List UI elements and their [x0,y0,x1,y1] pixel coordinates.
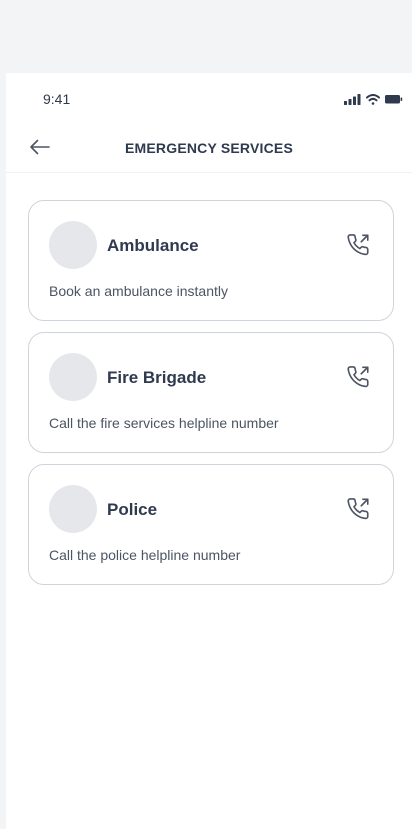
service-description: Call the police helpline number [49,547,241,563]
status-bar: 9:41 [6,73,412,123]
phone-outgoing-icon[interactable] [345,364,371,390]
service-title: Police [107,500,158,519]
phone-outgoing-icon[interactable] [345,496,371,522]
signal-icon [344,94,361,105]
wifi-icon [366,94,380,105]
service-title: Fire Brigade [107,368,207,387]
service-description: Book an ambulance instantly [49,283,228,299]
service-card-ambulance[interactable]: Ambulance Book an ambulance instantly [28,200,394,321]
service-title: Ambulance [107,236,199,255]
service-avatar [49,221,97,269]
service-list: Ambulance Book an ambulance instantly Fi… [28,200,394,596]
status-time: 9:41 [43,91,71,107]
service-avatar [49,353,97,401]
status-icons [344,94,403,105]
battery-icon [385,95,403,104]
service-avatar [49,485,97,533]
service-card-police[interactable]: Police Call the police helpline number [28,464,394,585]
phone-outgoing-icon[interactable] [345,232,371,258]
service-description: Call the fire services helpline number [49,415,279,431]
app-header: EMERGENCY SERVICES [6,123,412,173]
page-title: EMERGENCY SERVICES [124,140,294,156]
service-card-fire-brigade[interactable]: Fire Brigade Call the fire services help… [28,332,394,453]
phone-screen: 9:41 EMERGENCY SERVICES Ambulance Book a… [6,73,412,829]
